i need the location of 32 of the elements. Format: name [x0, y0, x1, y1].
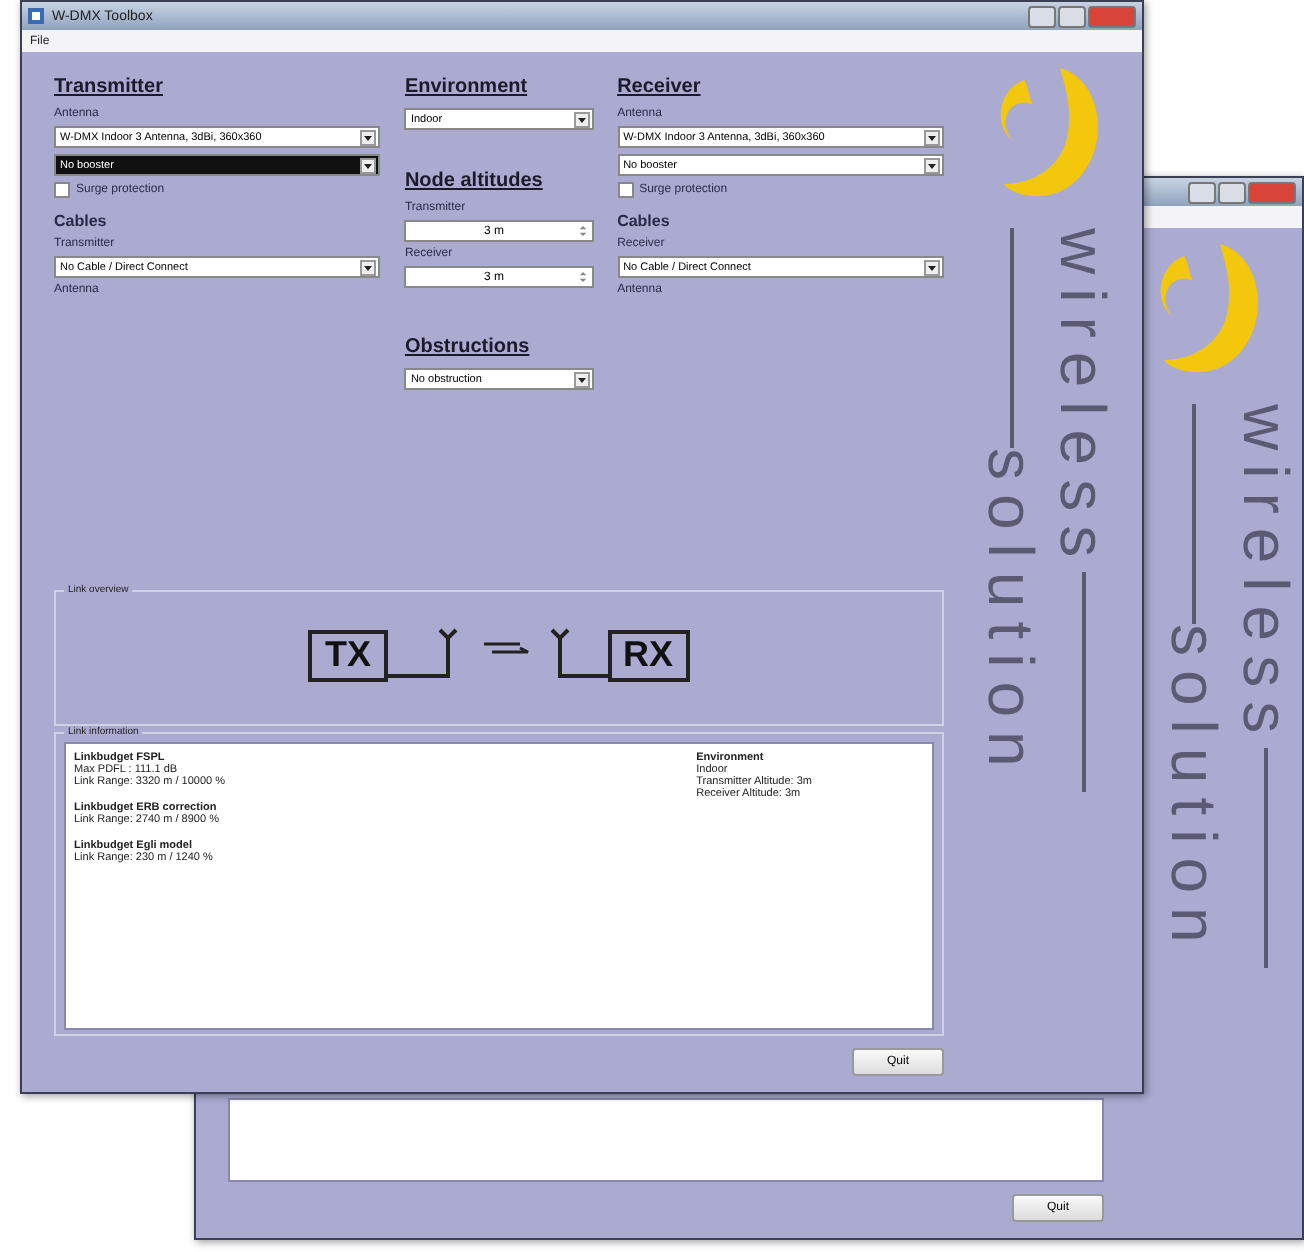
section-heading: Cables	[617, 212, 672, 230]
logo-text: solution	[1162, 624, 1226, 957]
dropdown-arrow-icon	[360, 157, 377, 173]
checkbox[interactable]	[617, 182, 634, 198]
receiver-box: RX	[607, 630, 690, 682]
dropdown-arrow-icon	[924, 129, 941, 145]
dropdown-arrow-icon	[360, 259, 377, 275]
logo-text: solution	[979, 448, 1043, 781]
dropdown-arrow-icon	[573, 371, 590, 387]
close-button[interactable]	[1248, 181, 1296, 203]
dropdown-arrow-icon	[924, 259, 941, 275]
transmitter-box: TX	[308, 630, 387, 682]
logo-text: wireless	[1234, 404, 1298, 748]
checkbox[interactable]	[54, 182, 70, 198]
app-icon	[28, 8, 44, 24]
spin-arrows-icon[interactable]	[577, 224, 588, 238]
section-heading: Node altitudes	[404, 170, 545, 192]
section-heading: Transmitter	[54, 76, 165, 98]
section-heading: Receiver	[617, 76, 703, 98]
dropdown-arrow-icon	[360, 129, 377, 145]
section-heading: Environment	[404, 76, 530, 98]
minimize-button[interactable]	[1028, 5, 1056, 27]
maximize-button[interactable]	[1218, 181, 1246, 203]
minimize-button[interactable]	[1188, 181, 1216, 203]
section-heading: Obstructions	[404, 336, 532, 358]
dropdown-arrow-icon	[924, 157, 941, 173]
section-heading: Cables	[54, 212, 109, 230]
logo-text: wireless	[1051, 228, 1115, 572]
maximize-button[interactable]	[1058, 5, 1086, 27]
dropdown-arrow-icon	[573, 111, 590, 127]
spin-arrows-icon[interactable]	[577, 270, 588, 284]
close-button[interactable]	[1088, 5, 1136, 27]
